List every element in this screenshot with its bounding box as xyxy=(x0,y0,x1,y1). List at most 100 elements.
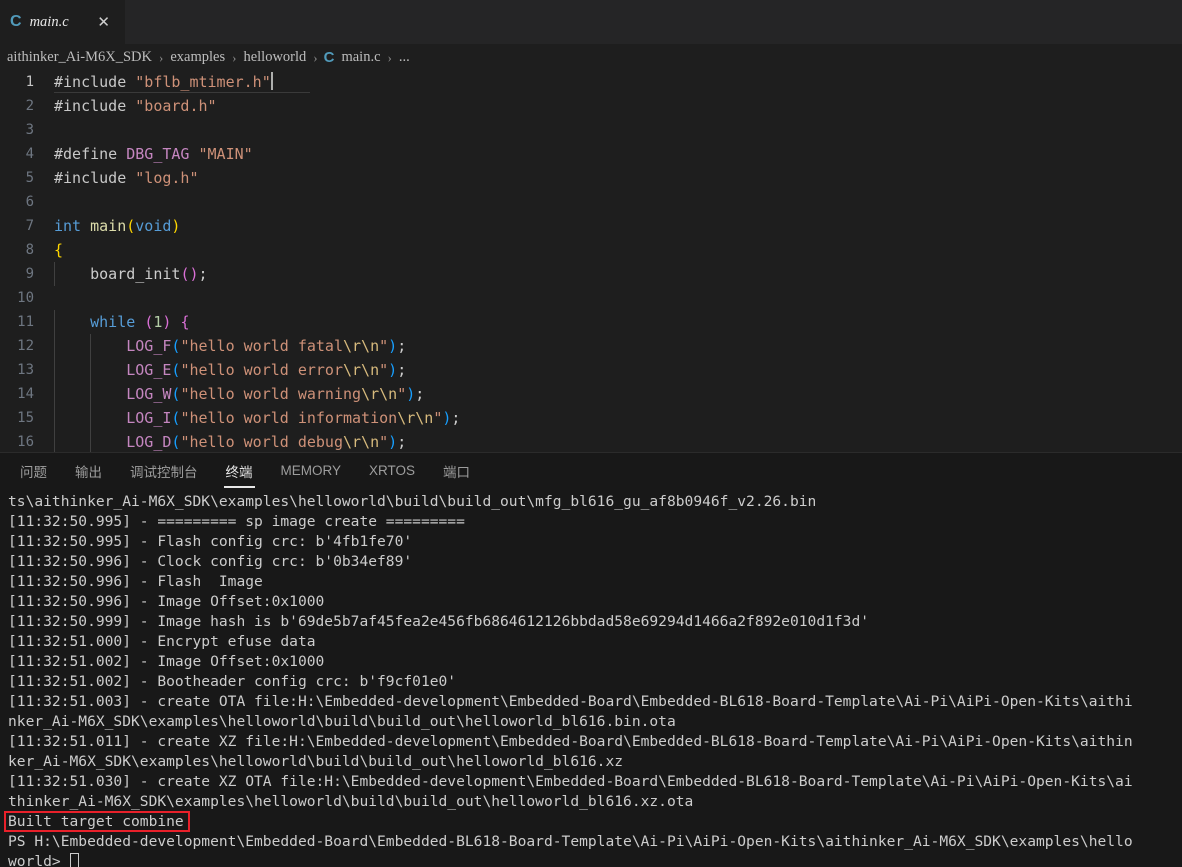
code-line-text: while (1) { xyxy=(44,310,1182,334)
bottom-panel: 问题 输出 调试控制台 终端 MEMORY XRTOS 端口 ts\aithinker_Ai… xyxy=(0,452,1182,867)
code-token: "board.h" xyxy=(135,97,217,115)
code-line[interactable]: 8{ xyxy=(0,238,1182,262)
indent-guide xyxy=(90,358,91,382)
terminal-line: [11:32:50.995] - ========= sp image crea… xyxy=(8,513,465,530)
line-number: 1 xyxy=(25,74,34,90)
code-token: int xyxy=(54,217,91,235)
code-editor[interactable]: 1 #include "bflb_mtimer.h" 2 #include "boar… xyxy=(0,70,1182,452)
breadcrumb-item-symbols[interactable]: ... xyxy=(398,49,411,66)
code-token: while xyxy=(90,313,145,331)
line-number: 6 xyxy=(25,194,34,210)
code-token: LOG_E xyxy=(126,361,172,379)
code-line-text: LOG_W("hello world warning\r\n"); xyxy=(44,382,1182,406)
indent-guide xyxy=(54,262,55,286)
code-line[interactable]: 6 xyxy=(0,190,1182,214)
code-line[interactable]: 1 #include "bflb_mtimer.h" xyxy=(0,70,1182,94)
breadcrumb-item-sdk[interactable]: aithinker_Ai-M6X_SDK xyxy=(6,49,153,66)
breadcrumb-item-examples[interactable]: examples xyxy=(169,49,226,66)
panel-tab-调试控制台[interactable]: 调试控制台 xyxy=(120,453,208,488)
code-token: " xyxy=(379,433,389,451)
code-line[interactable]: 15 LOG_I("hello world information\r\n"); xyxy=(0,406,1182,430)
code-line[interactable]: 14 LOG_W("hello world warning\r\n"); xyxy=(0,382,1182,406)
code-token: #include xyxy=(54,97,136,115)
code-token: ; xyxy=(415,385,425,403)
editor-tab-bar: C main.c ✕ xyxy=(0,0,1182,45)
code-line[interactable]: 9 board_init(); xyxy=(0,262,1182,286)
line-number: 11 xyxy=(17,314,34,330)
terminal-line: [11:32:51.011] - create XZ file:H:\Embed… xyxy=(8,733,1133,750)
code-line-text: #include "board.h" xyxy=(44,94,1182,118)
indent-guide xyxy=(90,430,91,452)
terminal-line: [11:32:50.996] - Image Offset:0x1000 xyxy=(8,593,325,610)
panel-tab-XRTOS[interactable]: XRTOS xyxy=(359,453,425,488)
code-line[interactable]: 3 xyxy=(0,118,1182,142)
panel-tab-输出[interactable]: 输出 xyxy=(65,453,112,488)
terminal-line: [11:32:51.000] - Encrypt efuse data xyxy=(8,633,316,650)
indent-guide xyxy=(54,334,55,358)
panel-tab-问题[interactable]: 问题 xyxy=(10,453,57,488)
code-line[interactable]: 11 while (1) { xyxy=(0,310,1182,334)
code-line[interactable]: 12 LOG_F("hello world fatal\r\n"); xyxy=(0,334,1182,358)
code-token: ; xyxy=(451,409,461,427)
editor-tab-main-c[interactable]: C main.c ✕ xyxy=(0,0,125,44)
indent-guide xyxy=(90,334,91,358)
indent-guide xyxy=(54,406,55,430)
breadcrumb-item-main-c[interactable]: main.c xyxy=(340,49,381,66)
code-token: ) xyxy=(388,433,398,451)
panel-tab-端口[interactable]: 端口 xyxy=(433,453,480,488)
code-token: main xyxy=(90,217,127,235)
code-token: board_init xyxy=(54,265,181,283)
terminal-line: PS H:\Embedded-development\Embedded-Boar… xyxy=(8,833,1133,850)
code-line[interactable]: 7 int main(void) xyxy=(0,214,1182,238)
line-number: 7 xyxy=(25,218,34,234)
vscode-window: C main.c ✕ aithinker_Ai-M6X_SDK › exampl… xyxy=(0,0,1182,867)
code-line[interactable]: 5 #include "log.h" xyxy=(0,166,1182,190)
code-token: ) xyxy=(388,361,398,379)
terminal-line: [11:32:51.002] - Bootheader config crc: … xyxy=(8,673,457,690)
code-token: { xyxy=(54,241,64,259)
terminal-line: [11:32:50.996] - Flash Image xyxy=(8,573,263,590)
code-token: \r\n xyxy=(343,361,380,379)
code-token: #include xyxy=(54,73,136,91)
breadcrumb-item-helloworld[interactable]: helloworld xyxy=(242,49,307,66)
code-line[interactable]: 16 LOG_D("hello world debug\r\n"); xyxy=(0,430,1182,452)
chevron-right-icon: › xyxy=(232,49,237,65)
code-token: LOG_F xyxy=(126,337,172,355)
code-token: "hello world fatal xyxy=(180,337,343,355)
code-token: " xyxy=(379,361,389,379)
code-line[interactable]: 13 LOG_E("hello world error\r\n"); xyxy=(0,358,1182,382)
chevron-right-icon: › xyxy=(313,49,318,65)
code-line[interactable]: 10 xyxy=(0,286,1182,310)
breadcrumb: aithinker_Ai-M6X_SDK › examples › hellow… xyxy=(0,45,1182,70)
code-line-text: #include "bflb_mtimer.h" xyxy=(44,70,1182,94)
panel-tab-MEMORY[interactable]: MEMORY xyxy=(271,453,352,488)
terminal-line: [11:32:50.999] - Image hash is b'69de5b7… xyxy=(8,613,870,630)
code-token: ; xyxy=(397,433,407,451)
code-token: ) xyxy=(406,385,416,403)
terminal-output[interactable]: ts\aithinker_Ai-M6X_SDK\examples\hellowo… xyxy=(0,488,1182,867)
code-token: ( xyxy=(144,313,154,331)
code-token: "log.h" xyxy=(135,169,199,187)
line-number: 13 xyxy=(17,362,34,378)
line-number: 12 xyxy=(17,338,34,354)
code-line[interactable]: 2 #include "board.h" xyxy=(0,94,1182,118)
line-number: 10 xyxy=(17,290,34,306)
code-token: { xyxy=(180,313,190,331)
terminal-cursor xyxy=(69,853,79,867)
code-token: ) xyxy=(189,265,199,283)
code-token: ; xyxy=(397,361,407,379)
terminal-line: [11:32:51.003] - create OTA file:H:\Embe… xyxy=(8,693,1133,710)
line-number: 9 xyxy=(25,266,34,282)
line-number: 14 xyxy=(17,386,34,402)
c-file-icon: C xyxy=(323,49,335,66)
panel-tab-终端[interactable]: 终端 xyxy=(216,453,263,488)
code-token: "hello world error xyxy=(180,361,343,379)
indent-guide xyxy=(54,382,55,406)
code-line-text: LOG_E("hello world error\r\n"); xyxy=(44,358,1182,382)
code-token: LOG_D xyxy=(126,433,172,451)
chevron-right-icon: › xyxy=(387,49,392,65)
close-icon[interactable]: ✕ xyxy=(95,13,113,31)
code-line[interactable]: 4 #define DBG_TAG "MAIN" xyxy=(0,142,1182,166)
c-file-icon: C xyxy=(10,13,22,30)
